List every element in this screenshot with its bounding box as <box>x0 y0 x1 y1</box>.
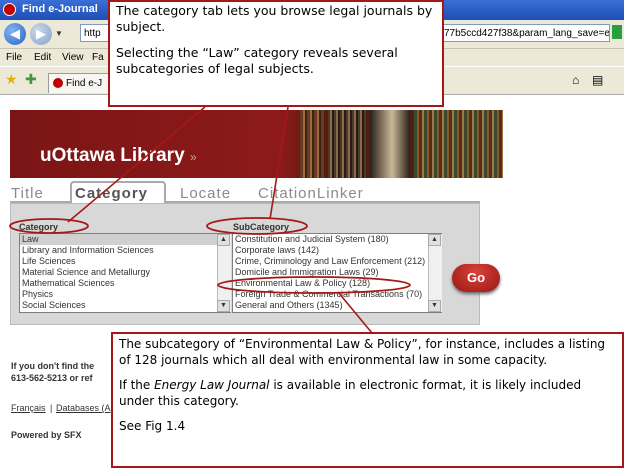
callout-bottom-p1: The subcategory of “Environmental Law & … <box>119 337 606 367</box>
callout-top-connector <box>67 106 206 223</box>
callout-bottom-connector <box>337 291 373 334</box>
callout-top: The category tab lets you browse legal j… <box>108 0 444 107</box>
callout-top-p1: The category tab lets you browse legal j… <box>116 3 433 34</box>
energy-law-journal-title: Energy Law Journal <box>154 378 270 392</box>
callout-bottom: The subcategory of “Environmental Law & … <box>111 332 624 468</box>
callout-top-p2: Selecting the “Law” category reveals sev… <box>116 45 398 76</box>
callout-bottom-p2-pre: If the <box>119 378 155 392</box>
callout-bottom-p3: See Fig 1.4 <box>119 419 186 433</box>
environmental-highlight-ellipse <box>217 276 411 294</box>
subcategory-highlight-ellipse <box>206 217 308 235</box>
callout-top-connector-2 <box>269 106 289 220</box>
category-highlight-ellipse <box>9 218 89 234</box>
callout-bottom-p2: If the Energy Law Journal is available i… <box>119 378 616 409</box>
